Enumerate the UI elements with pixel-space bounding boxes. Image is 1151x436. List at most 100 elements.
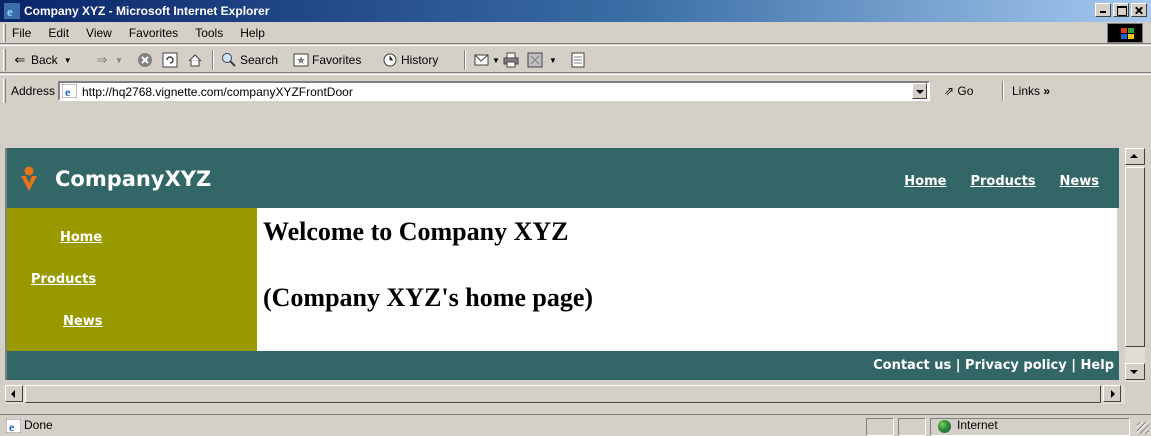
favorites-star-icon [293,53,309,67]
page-viewport[interactable]: CompanyXYZ Home Products News Home Produ… [5,148,1119,380]
side-nav-products-link[interactable]: Products [31,272,96,287]
svg-text:e: e [65,85,71,98]
horizontal-scroll-thumb[interactable] [25,385,1101,403]
links-separator [1002,81,1004,101]
minimize-button[interactable] [1095,3,1111,17]
window-title-bar[interactable]: e Company XYZ - Microsoft Internet Explo… [0,0,1151,22]
scroll-right-button[interactable] [1103,385,1121,402]
footer-links[interactable]: Contact us | Privacy policy | Help [873,358,1114,373]
go-button[interactable]: ⇗ Go [944,84,973,98]
go-arrow-icon: ⇗ [944,84,955,98]
edit-page-icon [527,52,543,68]
horizontal-scrollbar[interactable] [5,385,1125,404]
vertical-scrollbar[interactable] [1125,148,1145,382]
home-page-heading: (Company XYZ's home page) [263,283,594,312]
top-nav: Home Products News [880,174,1099,189]
menubar-grip[interactable] [3,24,6,42]
side-nav-news-link[interactable]: News [63,314,102,329]
back-button[interactable]: ⇐ Back ▼ [12,51,72,69]
go-label: Go [957,84,974,98]
close-button[interactable] [1131,3,1147,17]
page-ie-icon: e [62,84,77,98]
printer-icon [503,52,519,68]
menu-favorites[interactable]: Favorites [129,26,178,40]
site-logo-text: CompanyXYZ [55,167,212,191]
search-label: Search [240,53,279,67]
address-bar: Address e http://hq2768.vignette.com/com… [0,74,1151,106]
toolbar-separator [464,50,466,70]
vertical-scroll-thumb[interactable] [1125,167,1145,347]
site-footer: Contact us | Privacy policy | Help [7,351,1119,380]
home-button[interactable] [187,51,203,69]
search-button[interactable]: Search [221,51,278,69]
site-header: CompanyXYZ Home Products News [7,148,1119,208]
stop-button[interactable] [137,51,153,69]
forward-button[interactable]: ⇒ ▼ [94,51,123,69]
ie-logo-icon: e [4,3,20,19]
standard-toolbar: ⇐ Back ▼ ⇒ ▼ Search Favorites History ▼ … [0,45,1151,73]
back-dropdown-icon[interactable]: ▼ [64,56,72,65]
history-icon [383,53,397,67]
page-done-icon: e [6,419,21,433]
favorites-label: Favorites [312,53,362,67]
menu-file[interactable]: File [12,26,31,40]
side-nav: Home Products News [7,208,257,351]
resize-grip-icon[interactable] [1137,422,1149,434]
menu-tools[interactable]: Tools [195,26,223,40]
address-url: http://hq2768.vignette.com/companyXYZFro… [82,85,353,99]
menu-help[interactable]: Help [240,26,265,40]
security-zone-label: Internet [957,418,998,432]
status-pane [898,418,926,436]
back-arrow-icon: ⇐ [14,52,26,67]
menu-edit[interactable]: Edit [48,26,69,40]
forward-arrow-icon: ⇒ [96,52,108,67]
svg-text:e: e [7,4,13,19]
history-label: History [401,53,439,67]
top-nav-news-link[interactable]: News [1060,174,1099,189]
status-pane [866,418,894,436]
company-logo-icon [21,166,37,191]
windows-logo-icon [1107,23,1143,43]
side-nav-home-link[interactable]: Home [60,230,102,245]
refresh-icon [162,52,178,68]
edit-button[interactable]: ▼ [527,51,557,69]
mail-dropdown-icon[interactable]: ▼ [492,56,500,65]
top-nav-products-link[interactable]: Products [970,174,1035,189]
window-title: Company XYZ - Microsoft Internet Explore… [24,4,270,18]
svg-text:e: e [9,420,15,433]
search-icon [222,53,236,67]
links-label: Links [1012,84,1041,98]
scroll-up-button[interactable] [1125,148,1145,165]
menu-view[interactable]: View [86,26,112,40]
discuss-icon [571,52,585,68]
welcome-heading: Welcome to Company XYZ [263,217,569,246]
toolbar-separator [212,50,214,70]
home-icon [188,54,202,67]
forward-dropdown-icon[interactable]: ▼ [115,56,123,65]
back-label: Back [31,53,58,67]
stop-icon [138,53,152,67]
status-text: Done [24,418,53,432]
links-button[interactable]: Links » [1012,84,1050,98]
scroll-left-button[interactable] [5,385,23,402]
edit-dropdown-icon[interactable]: ▼ [549,56,557,65]
status-bar: e Done Internet [0,414,1151,436]
address-label: Address [11,84,56,98]
scroll-down-button[interactable] [1125,363,1145,380]
mail-button[interactable]: ▼ [474,51,500,69]
favorites-button[interactable]: Favorites [293,51,361,69]
print-button[interactable] [503,51,519,69]
chevron-right-icon: » [1043,84,1051,98]
discuss-button[interactable] [570,51,586,69]
internet-globe-icon [938,420,951,433]
maximize-button[interactable] [1113,3,1129,17]
mail-icon [474,54,489,66]
addressbar-grip[interactable] [3,79,6,103]
toolbar-grip[interactable] [3,49,6,71]
address-input[interactable]: e http://hq2768.vignette.com/companyXYZF… [58,81,930,101]
history-button[interactable]: History [382,51,438,69]
refresh-button[interactable] [162,51,178,69]
top-nav-home-link[interactable]: Home [904,174,946,189]
address-dropdown-button[interactable] [912,83,927,99]
menu-bar: File Edit View Favorites Tools Help [0,22,1151,44]
